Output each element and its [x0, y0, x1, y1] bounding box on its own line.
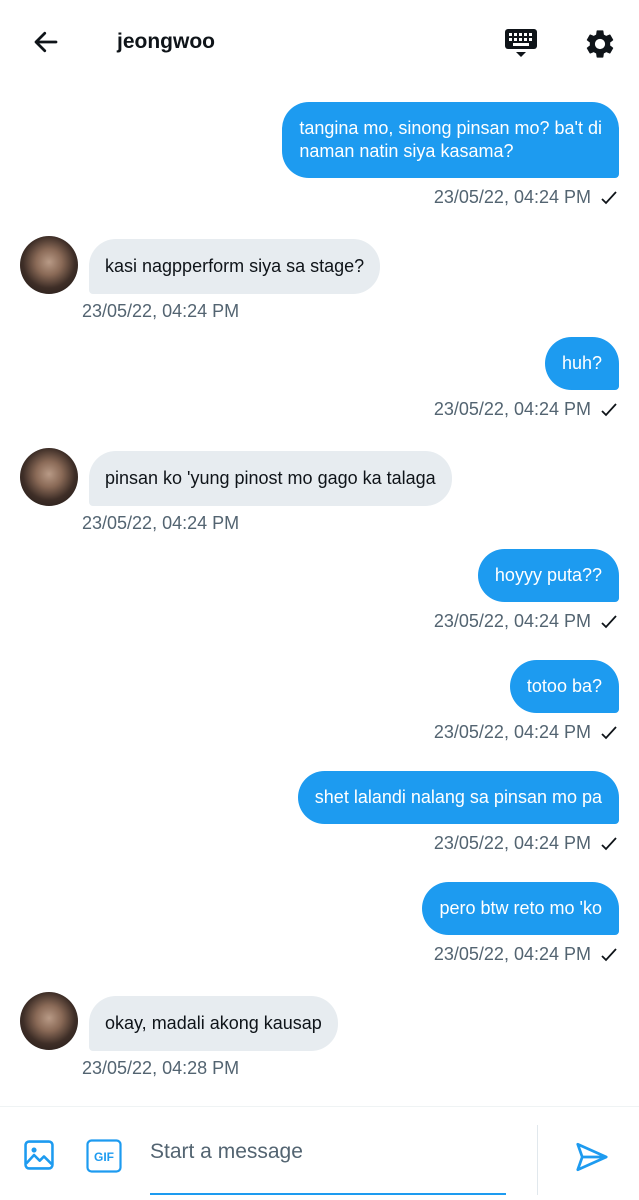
message-input[interactable] — [150, 1135, 506, 1195]
arrow-left-icon — [34, 31, 58, 53]
message-timestamp: 23/05/22, 04:24 PM — [434, 611, 619, 632]
keyboard-icon — [505, 29, 537, 57]
message-timestamp: 23/05/22, 04:24 PM — [82, 301, 240, 321]
message-bubble-incoming[interactable]: okay, madali akong kausap — [89, 996, 338, 1051]
add-gif-button[interactable]: GIF — [85, 1137, 123, 1175]
message-bubble-outgoing[interactable]: hoyyy puta?? — [477, 549, 619, 602]
checkmark-icon — [601, 947, 617, 961]
send-icon — [576, 1142, 608, 1172]
back-button[interactable] — [26, 22, 66, 62]
image-icon — [24, 1140, 54, 1170]
message-text-line: hoyyy puta?? — [494, 565, 602, 585]
gif-label: GIF — [94, 1150, 114, 1164]
keyboard-button[interactable] — [500, 22, 542, 64]
avatar[interactable] — [20, 448, 78, 506]
timestamp-text: 23/05/22, 04:24 PM — [433, 611, 591, 631]
message-timestamp: 23/05/22, 04:28 PM — [82, 1058, 240, 1078]
checkmark-icon — [601, 402, 617, 416]
message-text-line: huh? — [561, 353, 602, 373]
message-text-line: totoo ba? — [526, 676, 602, 696]
timestamp-text: 23/05/22, 04:24 PM — [433, 722, 591, 742]
conversation-title[interactable]: jeongwoo — [117, 30, 215, 54]
timestamp-text: 23/05/22, 04:24 PM — [433, 399, 591, 419]
message-text-line: pero btw reto mo 'ko — [439, 898, 602, 918]
message-text-line: naman natin siya kasama? — [299, 141, 514, 161]
checkmark-icon — [601, 190, 617, 204]
add-image-button[interactable] — [20, 1136, 58, 1174]
avatar[interactable] — [20, 236, 78, 294]
checkmark-icon — [601, 725, 617, 739]
message-text-line: shet lalandi nalang sa pinsan mo pa — [314, 787, 602, 807]
message-text-line: kasi nagpperform siya sa stage? — [105, 256, 365, 276]
message-bubble-incoming[interactable]: pinsan ko 'yung pinost mo gago ka talaga — [89, 451, 452, 506]
message-bubble-outgoing[interactable]: tangina mo, sinong pinsan mo? ba't di na… — [282, 102, 619, 178]
settings-button[interactable] — [578, 22, 622, 66]
dm-conversation-screen: jeongwoo tangina mo, sinong pinsan mo? b… — [0, 0, 639, 1200]
message-timestamp: 23/05/22, 04:24 PM — [434, 944, 619, 965]
message-bubble-outgoing[interactable]: totoo ba? — [509, 660, 619, 713]
message-bubble-incoming[interactable]: kasi nagpperform siya sa stage? — [89, 239, 381, 294]
timestamp-text: 23/05/22, 04:24 PM — [433, 944, 591, 964]
gear-icon — [586, 30, 614, 58]
timestamp-text: 23/05/22, 04:24 PM — [433, 833, 591, 853]
timestamp-text: 23/05/22, 04:24 PM — [433, 187, 591, 207]
message-text-line: okay, madali akong kausap — [105, 1013, 322, 1033]
message-timestamp: 23/05/22, 04:24 PM — [434, 187, 619, 208]
message-timestamp: 23/05/22, 04:24 PM — [434, 399, 619, 420]
conversation-header: jeongwoo — [0, 0, 639, 86]
message-bubble-outgoing[interactable]: huh? — [544, 337, 619, 390]
message-timestamp: 23/05/22, 04:24 PM — [434, 722, 619, 743]
composer-divider — [537, 1125, 538, 1195]
message-bubble-outgoing[interactable]: shet lalandi nalang sa pinsan mo pa — [297, 771, 619, 824]
checkmark-icon — [601, 836, 617, 850]
message-bubble-outgoing[interactable]: pero btw reto mo 'ko — [422, 882, 619, 935]
message-text-line: tangina mo, sinong pinsan mo? ba't di — [299, 118, 602, 138]
message-timestamp: 23/05/22, 04:24 PM — [82, 513, 240, 533]
message-text-line: pinsan ko 'yung pinost mo gago ka talaga — [105, 468, 436, 488]
message-composer: GIF — [0, 1106, 639, 1200]
gif-icon: GIF — [86, 1139, 122, 1173]
avatar[interactable] — [20, 992, 78, 1050]
message-timestamp: 23/05/22, 04:24 PM — [434, 833, 619, 854]
checkmark-icon — [601, 614, 617, 628]
send-button[interactable] — [572, 1137, 612, 1177]
